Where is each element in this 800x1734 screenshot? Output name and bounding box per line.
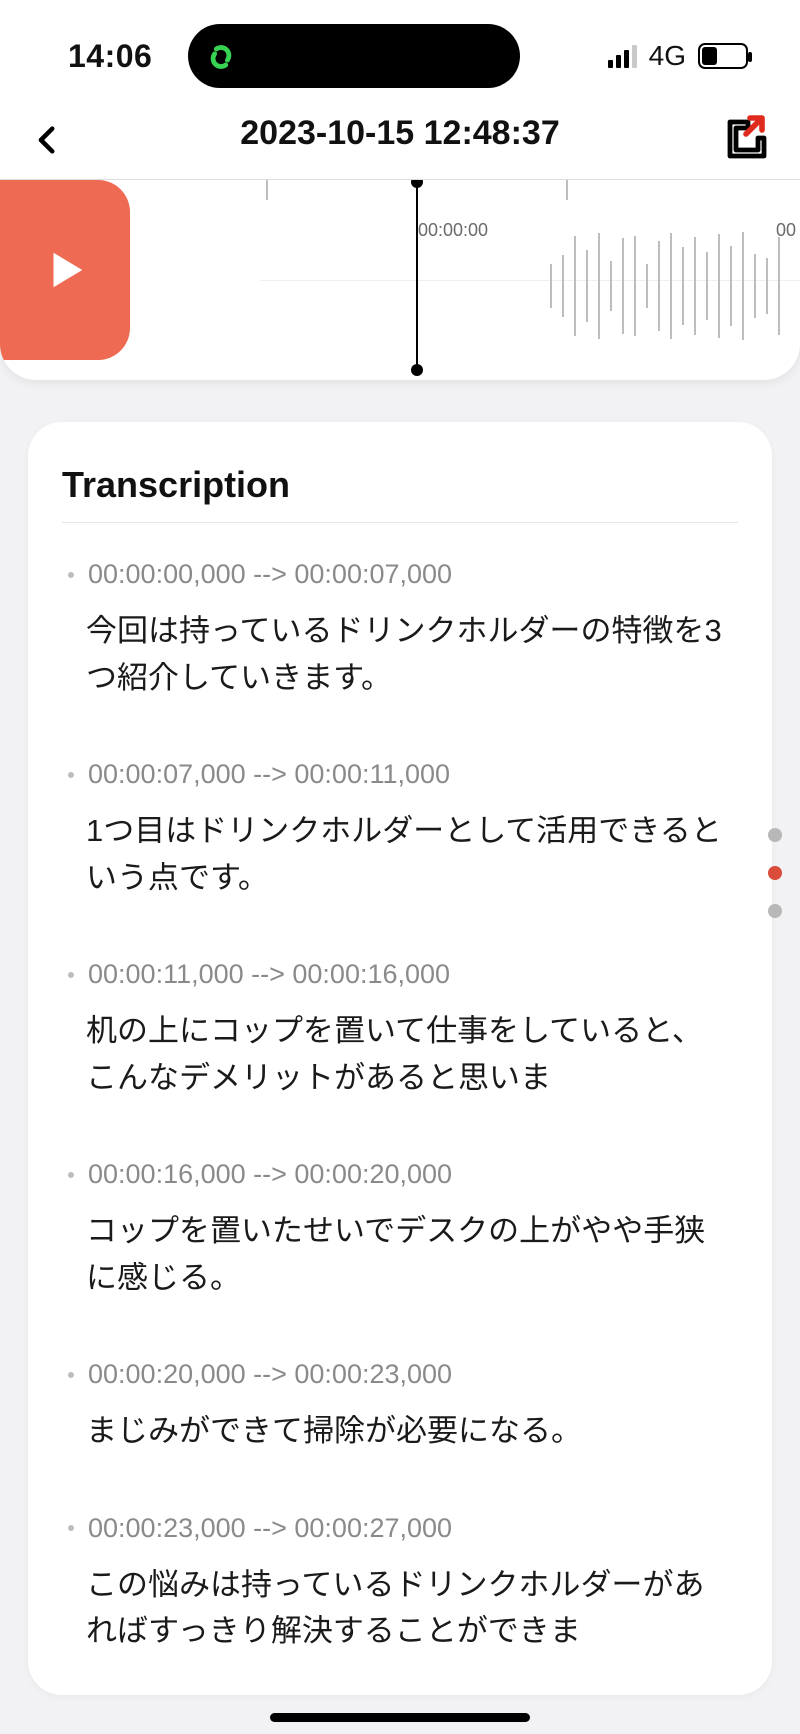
- divider: [62, 522, 738, 523]
- transcription-heading: Transcription: [28, 464, 772, 522]
- transcript-segment[interactable]: 00:00:07,000 --> 00:00:11,000 1つ目はドリンクホル…: [28, 759, 772, 959]
- segment-text: コップを置いたせいでデスクの上がやや手狭に感じる。: [68, 1208, 732, 1301]
- bullet-icon: [68, 572, 74, 578]
- transcript-segment[interactable]: 00:00:00,000 --> 00:00:07,000 今回は持っているドリ…: [28, 559, 772, 759]
- home-indicator[interactable]: [270, 1713, 530, 1722]
- transcript-segment[interactable]: 00:00:20,000 --> 00:00:23,000 まじみができて掃除が…: [28, 1359, 772, 1513]
- status-right: 4G: [608, 40, 748, 72]
- page-title: 2023-10-15 12:48:37: [0, 114, 800, 153]
- page-dot-active[interactable]: [768, 866, 782, 880]
- segment-timestamp: 00:00:07,000 --> 00:00:11,000: [88, 759, 450, 790]
- link-icon: [202, 38, 240, 76]
- transcription-card: Transcription 00:00:00,000 --> 00:00:07,…: [28, 422, 772, 1695]
- app-header: 2023-10-15 12:48:37: [0, 100, 800, 180]
- status-bar: 14:06 4G: [0, 0, 800, 100]
- bullet-icon: [68, 1172, 74, 1178]
- page-indicator[interactable]: [768, 828, 782, 918]
- segment-text: この悩みは持っているドリンクホルダーがあればすっきり解決することができま: [68, 1562, 732, 1655]
- segment-timestamp: 00:00:20,000 --> 00:00:23,000: [88, 1359, 452, 1390]
- bullet-icon: [68, 772, 74, 778]
- segment-timestamp: 00:00:11,000 --> 00:00:16,000: [88, 959, 450, 990]
- status-time: 14:06: [68, 38, 152, 75]
- segment-timestamp: 00:00:00,000 --> 00:00:07,000: [88, 559, 452, 590]
- cellular-signal-icon: [608, 45, 637, 68]
- transcript-segment[interactable]: 00:00:11,000 --> 00:00:16,000 机の上にコップを置い…: [28, 959, 772, 1159]
- share-button[interactable]: [720, 112, 772, 164]
- segment-timestamp: 00:00:23,000 --> 00:00:27,000: [88, 1513, 452, 1544]
- battery-icon: [698, 43, 748, 69]
- segment-text: 机の上にコップを置いて仕事をしていると、こんなデメリットがあると思いま: [68, 1008, 732, 1101]
- segment-timestamp: 00:00:16,000 --> 00:00:20,000: [88, 1159, 452, 1190]
- waveform-bars: [550, 230, 790, 342]
- play-button[interactable]: [0, 180, 130, 360]
- transcript-segment[interactable]: 00:00:16,000 --> 00:00:20,000 コップを置いたせいで…: [28, 1159, 772, 1359]
- bullet-icon: [68, 1372, 74, 1378]
- transcript-segment[interactable]: 00:00:23,000 --> 00:00:27,000 この悩みは持っている…: [28, 1513, 772, 1655]
- playhead-time: 00:00:00: [418, 220, 488, 241]
- bullet-icon: [68, 972, 74, 978]
- bullet-icon: [68, 1525, 74, 1531]
- segment-text: まじみができて掃除が必要になる。: [68, 1408, 732, 1455]
- playhead[interactable]: [416, 180, 418, 370]
- page-dot[interactable]: [768, 904, 782, 918]
- network-type: 4G: [649, 40, 686, 72]
- playhead-handle-bottom[interactable]: [411, 364, 423, 376]
- waveform-track[interactable]: 00:00:00 00: [130, 180, 800, 360]
- audio-player: 00:00:00 00: [0, 180, 800, 380]
- page-dot[interactable]: [768, 828, 782, 842]
- dynamic-island[interactable]: [188, 24, 520, 88]
- segment-text: 1つ目はドリンクホルダーとして活用できるという点です。: [68, 808, 732, 901]
- segment-text: 今回は持っているドリンクホルダーの特徴を3つ紹介していきます。: [68, 608, 732, 701]
